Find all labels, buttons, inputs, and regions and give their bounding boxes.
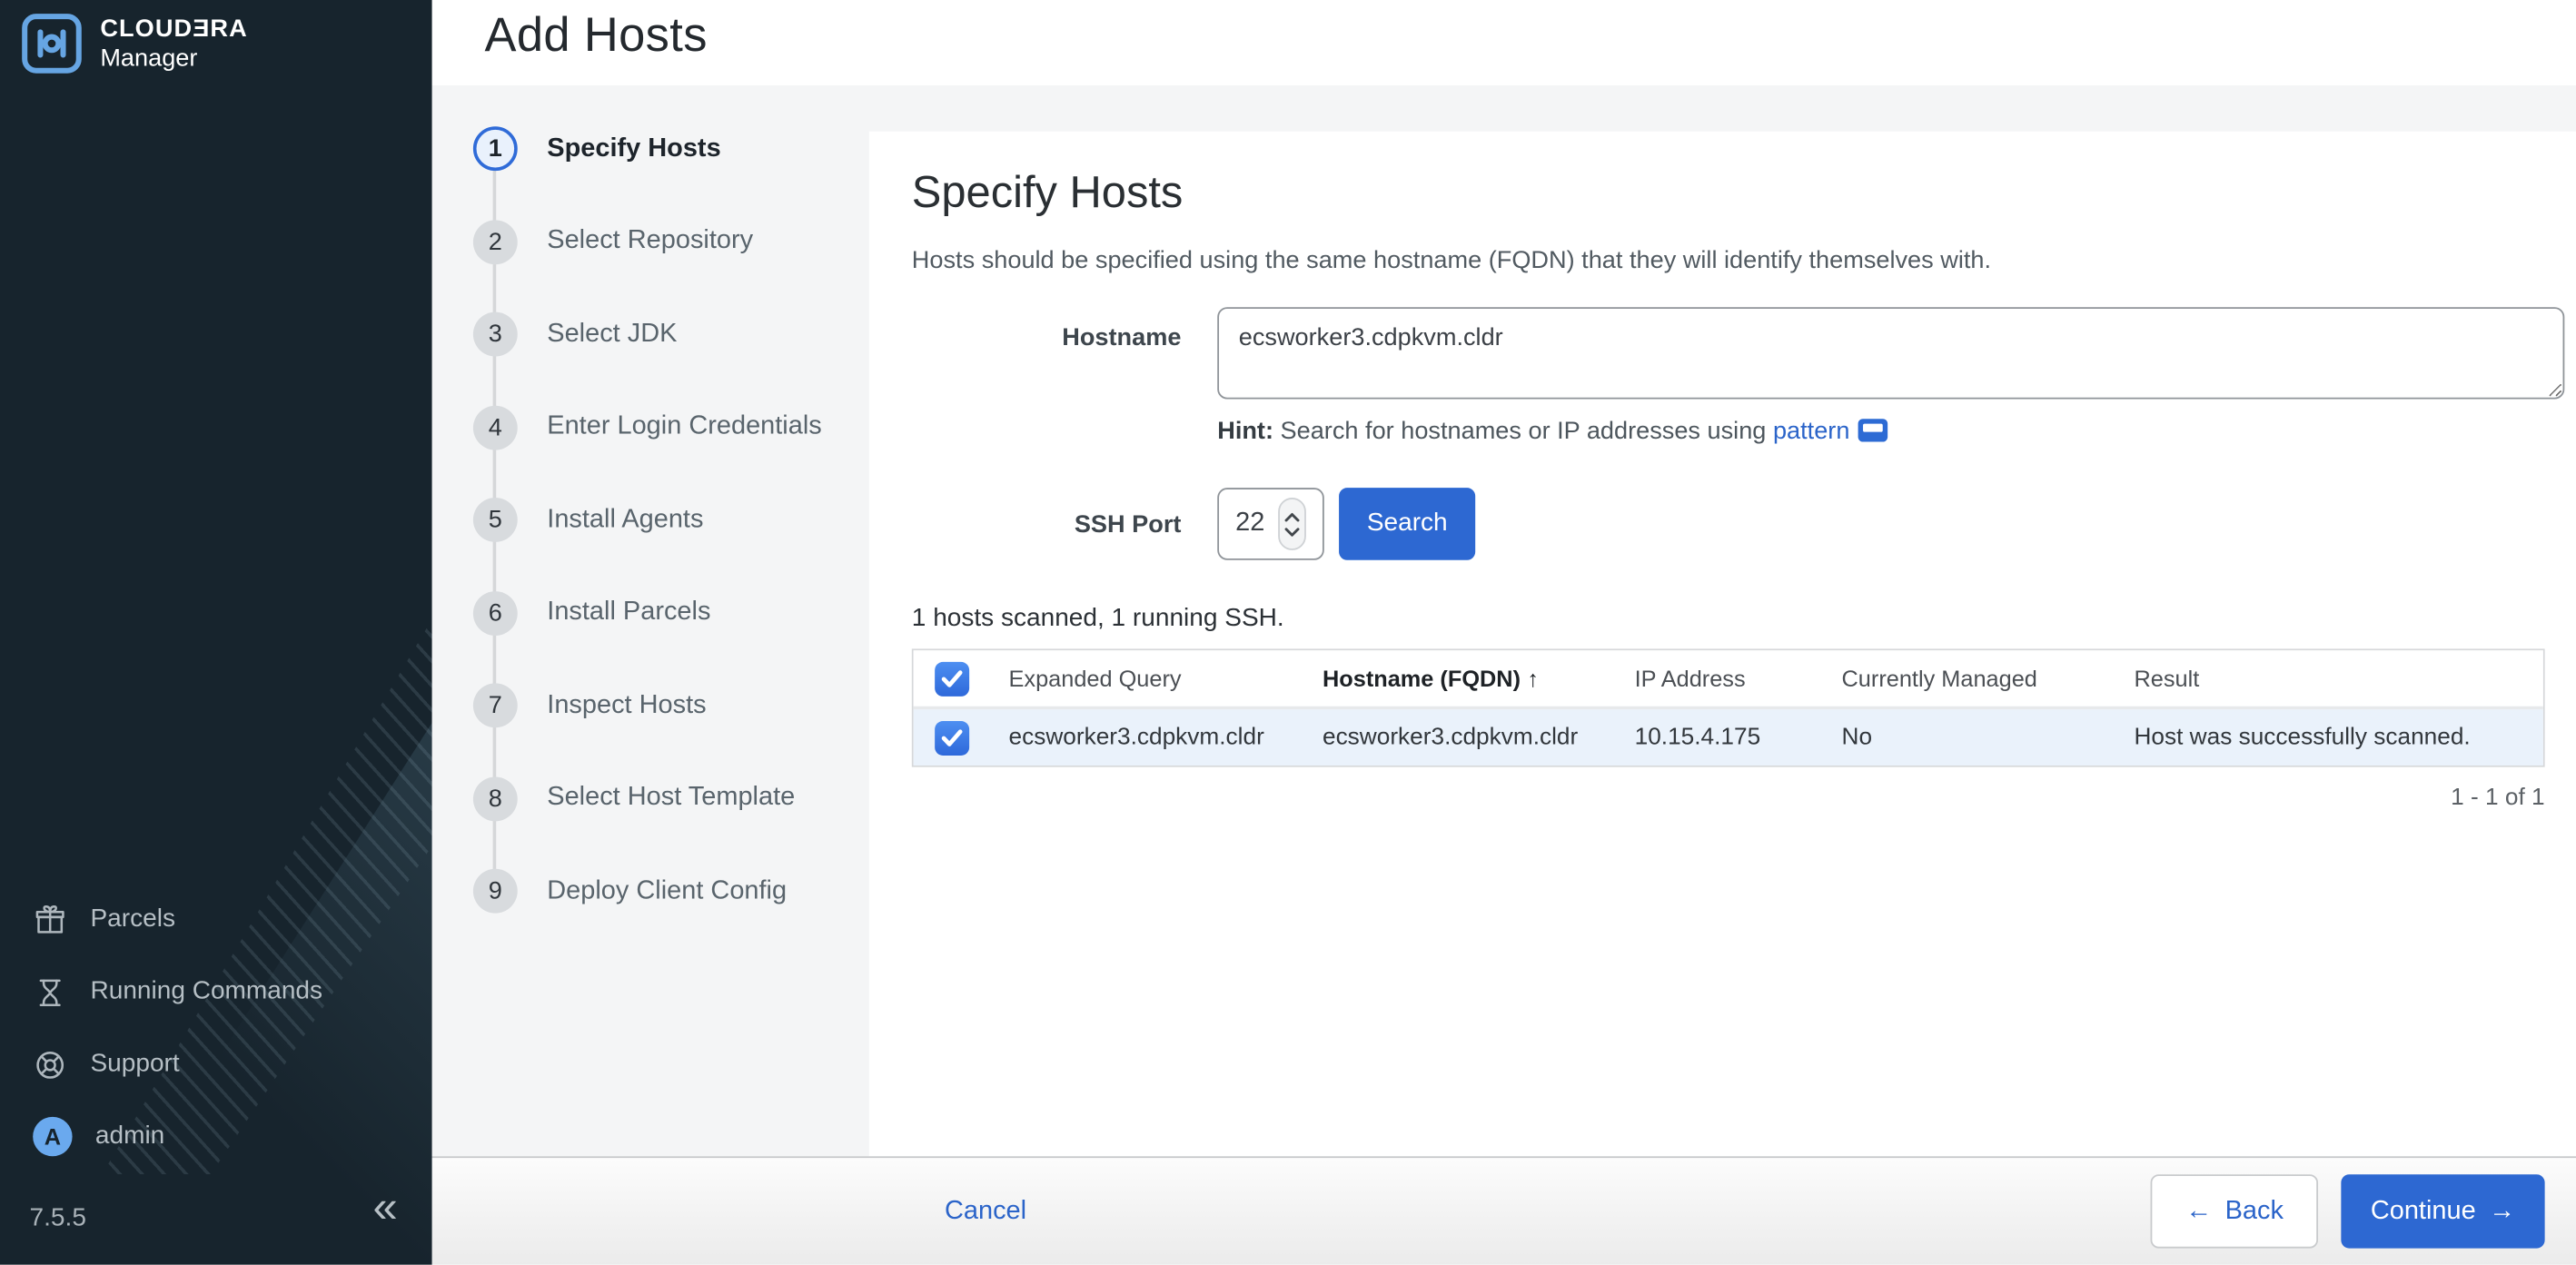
step-number: 4 <box>472 404 518 450</box>
brand-name-top: CLOUDƎRA <box>100 15 248 44</box>
cell-expanded-query: ecsworker3.cdpkvm.cldr <box>1008 724 1264 751</box>
wizard-step-deploy-client-config: 9 Deploy Client Config <box>472 868 788 914</box>
ssh-port-input[interactable] <box>1235 509 1279 539</box>
cancel-link[interactable]: Cancel <box>945 1197 1026 1227</box>
checkmark-icon <box>941 669 963 687</box>
cloudera-manager-logo[interactable]: CLOUDƎRA Manager <box>22 13 248 74</box>
ssh-port-field <box>1217 488 1324 560</box>
panel-heading: Specify Hosts <box>911 167 1184 217</box>
hint-text: Search for hostnames or IP addresses usi… <box>1273 417 1773 446</box>
ssh-port-label: SSH Port <box>1074 509 1182 539</box>
sidebar-item-support[interactable]: Support <box>33 1044 180 1083</box>
column-header-result[interactable]: Result <box>2134 666 2542 692</box>
hostname-row: Hostname ecsworker3.cdpkvm.cldr <box>912 307 2576 400</box>
step-label: Specify Hosts <box>547 133 721 163</box>
life-ring-icon <box>36 1051 64 1078</box>
wizard-footer: Cancel ← Back Continue → <box>431 1156 2576 1265</box>
wizard-step-inspect-hosts: 7 Inspect Hosts <box>472 683 707 728</box>
wizard-step-specify-hosts: 1 Specify Hosts <box>472 126 721 172</box>
admin-avatar: A <box>33 1116 73 1157</box>
sidebar-item-parcels[interactable]: Parcels <box>33 900 175 939</box>
step-label: Install Agents <box>547 505 704 533</box>
sidebar-item-label: Parcels <box>90 904 175 934</box>
version-label: 7.5.5 <box>29 1203 86 1232</box>
step-label: Install Parcels <box>547 598 711 627</box>
checkmark-icon <box>941 728 963 746</box>
back-arrow-icon: ← <box>2185 1196 2213 1225</box>
step-label: Deploy Client Config <box>547 875 788 904</box>
step-label: Select JDK <box>547 319 678 348</box>
step-number: 8 <box>472 776 518 821</box>
collapse-sidebar-icon[interactable]: « <box>373 1185 398 1230</box>
step-number: 5 <box>472 498 518 542</box>
panel-description: Hosts should be specified using the same… <box>911 246 1992 275</box>
scanned-hosts-table: Expanded Query Hostname (FQDN) ↑ IP Addre… <box>911 648 2545 767</box>
column-header-expanded-query[interactable]: Expanded Query <box>1009 666 1323 692</box>
continue-button[interactable]: Continue → <box>2341 1174 2545 1249</box>
row-checkbox[interactable] <box>935 720 970 756</box>
brand-name-bottom: Manager <box>100 43 198 72</box>
step-number: 9 <box>472 868 518 914</box>
step-number: 7 <box>472 683 518 728</box>
sidebar-item-running-commands[interactable]: Running Commands <box>33 973 322 1012</box>
page-title: Add Hosts <box>484 9 708 63</box>
cell-ip-address: 10.15.4.175 <box>1634 724 1761 751</box>
wizard-steps-nav: 1 Specify Hosts 2 Select Repository 3 Se… <box>432 85 869 1156</box>
step-label: Select Repository <box>547 226 754 255</box>
stepper-up-icon[interactable] <box>1284 511 1300 521</box>
brand-name: CLOUDƎRA Manager <box>100 15 247 72</box>
step-number: 2 <box>472 219 518 264</box>
select-all-checkbox[interactable] <box>935 660 970 696</box>
select-all-cell <box>914 660 1009 696</box>
scan-status-text: 1 hosts scanned, 1 running SSH. <box>911 604 1284 633</box>
table-header-row: Expanded Query Hostname (FQDN) ↑ IP Addre… <box>913 650 2543 710</box>
step-label: Enter Login Credentials <box>547 411 822 440</box>
pagination-label: 1 - 1 of 1 <box>2451 785 2545 812</box>
step-label: Select Host Template <box>547 783 796 812</box>
window-icon[interactable] <box>1858 419 1888 442</box>
page-header: Add Hosts <box>431 0 2576 86</box>
specify-hosts-panel: Specify Hosts Hosts should be specified … <box>868 131 2576 1157</box>
wizard-step-install-agents: 5 Install Agents <box>472 498 704 542</box>
stepper-down-icon[interactable] <box>1284 527 1300 537</box>
wizard-step-enter-login-credentials: 4 Enter Login Credentials <box>472 404 822 450</box>
hostname-label: Hostname <box>1062 323 1182 352</box>
step-label: Inspect Hosts <box>547 690 707 719</box>
continue-arrow-icon: → <box>2489 1196 2516 1225</box>
cell-currently-managed: No <box>1841 724 1873 751</box>
wizard-step-select-repository: 2 Select Repository <box>472 219 754 264</box>
search-button[interactable]: Search <box>1339 488 1476 560</box>
main-area: 1 Specify Hosts 2 Select Repository 3 Se… <box>431 85 2576 1157</box>
ssh-port-row: SSH Port Search <box>912 488 2576 560</box>
hint-label: Hint: <box>1217 417 1274 446</box>
hostname-input[interactable]: ecsworker3.cdpkvm.cldr <box>1217 307 2565 400</box>
sidebar-item-admin[interactable]: A admin <box>33 1116 165 1157</box>
sidebar-item-label: admin <box>94 1122 165 1151</box>
wizard-step-select-jdk: 3 Select JDK <box>472 311 678 357</box>
cell-result: Host was successfully scanned. <box>2134 724 2471 751</box>
cell-hostname: ecsworker3.cdpkvm.cldr <box>1322 724 1579 751</box>
gift-icon <box>35 904 64 933</box>
sort-ascending-icon: ↑ <box>1527 665 1539 692</box>
wizard-step-install-parcels: 6 Install Parcels <box>472 590 711 636</box>
app-root: CLOUDƎRA Manager Parcels Running Command… <box>0 0 2576 1265</box>
app-sidebar: CLOUDƎRA Manager Parcels Running Command… <box>0 0 432 1265</box>
step-number: 3 <box>472 311 518 357</box>
column-header-currently-managed[interactable]: Currently Managed <box>1842 666 2135 692</box>
host-table-row[interactable]: ecsworker3.cdpkvm.cldr ecsworker3.cdpkvm… <box>913 709 2543 766</box>
ssh-port-stepper <box>1278 498 1306 550</box>
wizard-step-select-host-template: 8 Select Host Template <box>472 776 796 821</box>
pattern-link[interactable]: pattern <box>1773 417 1849 445</box>
step-number: 1 <box>472 126 518 172</box>
cloudera-logo-icon <box>22 14 82 74</box>
back-button[interactable]: ← Back <box>2151 1174 2318 1249</box>
hourglass-icon <box>39 978 61 1006</box>
sidebar-item-label: Support <box>90 1049 180 1078</box>
sidebar-item-label: Running Commands <box>90 977 323 1005</box>
column-header-hostname-fqdn[interactable]: Hostname (FQDN) ↑ <box>1323 666 1635 692</box>
column-header-ip-address[interactable]: IP Address <box>1635 666 1842 692</box>
row-select-cell <box>914 720 1009 756</box>
hostname-hint: Hint: Search for hostnames or IP address… <box>1217 417 2576 445</box>
step-number: 6 <box>472 590 518 636</box>
